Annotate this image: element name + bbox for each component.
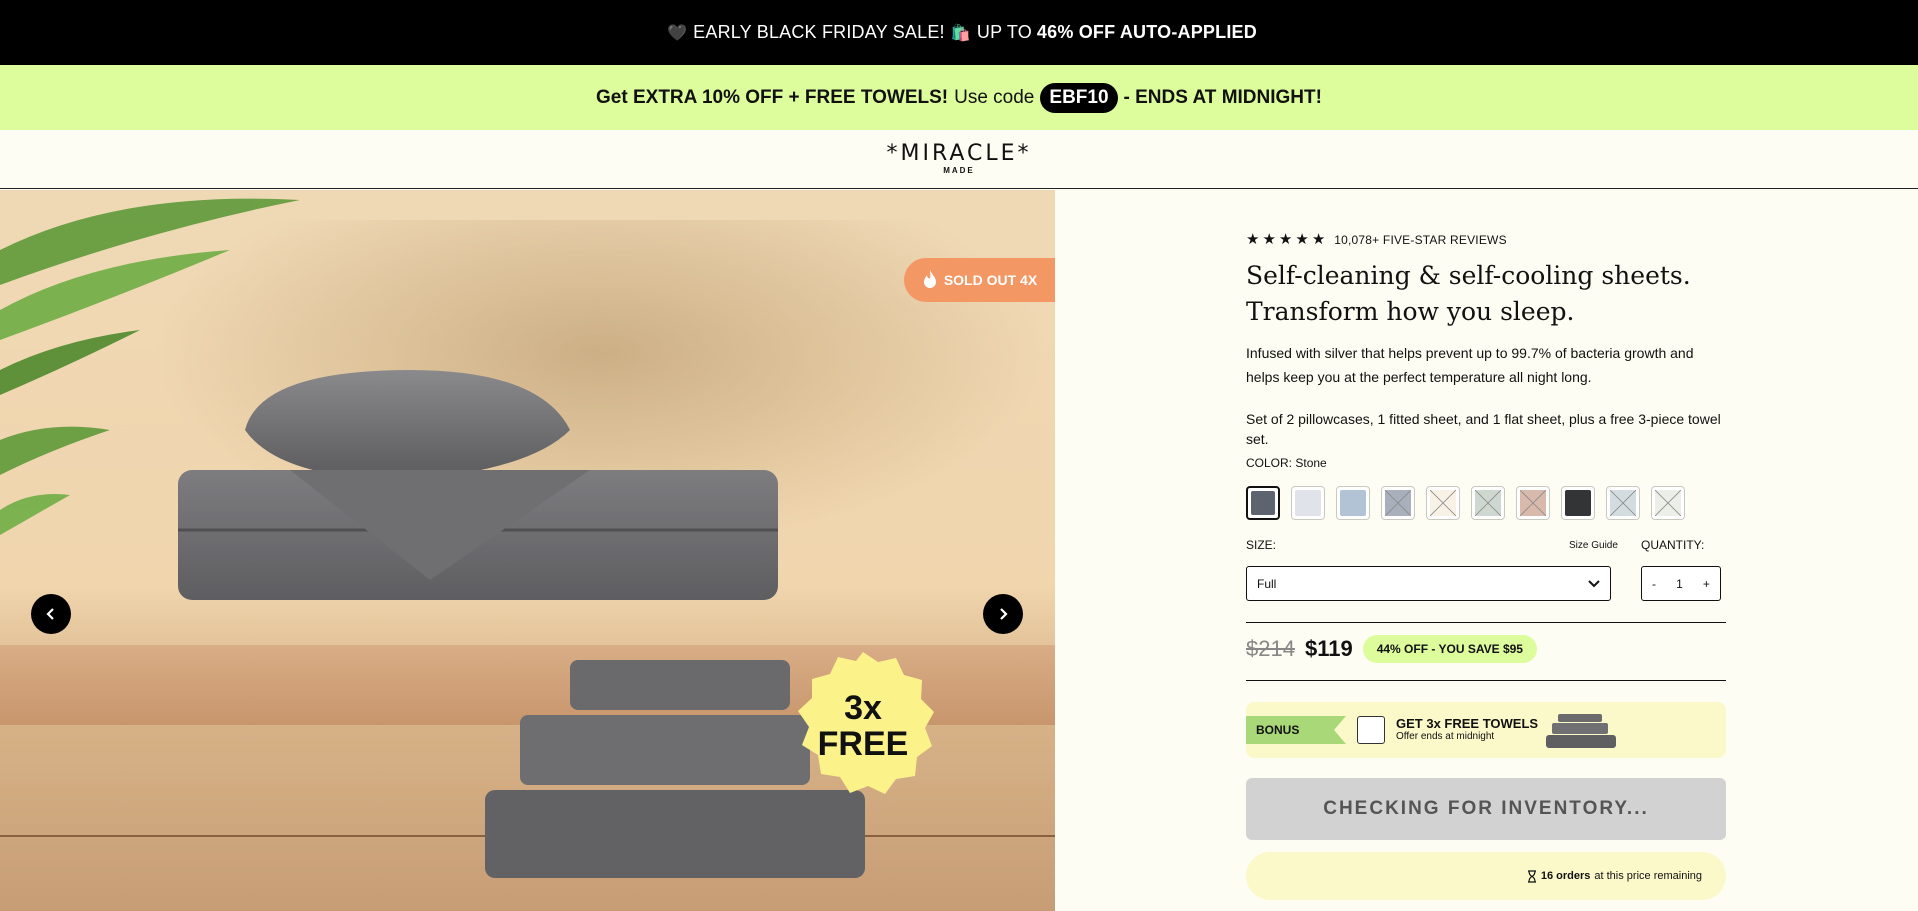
flame-icon: [923, 270, 936, 288]
quantity-increase-button[interactable]: +: [1703, 577, 1710, 591]
promo-bar: Get EXTRA 10% OFF + FREE TOWELS! Use cod…: [0, 65, 1918, 130]
bonus-text: GET 3x FREE TOWELS Offer ends at midnigh…: [1396, 716, 1538, 742]
savings-badge: 44% OFF - YOU SAVE $95: [1362, 635, 1537, 663]
remaining-count: 16 orders: [1540, 870, 1591, 882]
black-heart-icon: 🖤: [667, 24, 688, 42]
color-swatch[interactable]: [1471, 486, 1505, 520]
bonus-offer: BONUS GET 3x FREE TOWELS Offer ends at m…: [1246, 702, 1726, 758]
price-row: $214 $119 44% OFF - YOU SAVE $95: [1246, 635, 1537, 663]
review-count: 10,078+ FIVE-STAR REVIEWS: [1334, 232, 1507, 247]
unavailable-cross-icon: [1655, 490, 1681, 516]
chevron-down-icon: [1588, 579, 1600, 587]
announcement-bar: 🖤 EARLY BLACK FRIDAY SALE! 🛍️ UP TO 46% …: [0, 0, 1918, 65]
shopping-bags-icon: 🛍️: [950, 24, 971, 42]
unavailable-cross-icon: [1385, 490, 1411, 516]
swatch-fill: [1251, 491, 1275, 515]
gallery-prev-button[interactable]: [31, 594, 71, 634]
remaining-text: at this price remaining: [1594, 870, 1702, 882]
divider: [1246, 680, 1726, 681]
swatch-fill: [1565, 490, 1591, 516]
original-price: $214: [1246, 636, 1295, 661]
hourglass-icon: [1527, 869, 1536, 883]
announcement-lead: EARLY BLACK FRIDAY SALE!: [693, 22, 945, 42]
swatch-fill: [1295, 490, 1321, 516]
sale-price: $119: [1304, 636, 1353, 661]
unavailable-cross-icon: [1610, 490, 1636, 516]
quantity-stepper: - 1 +: [1641, 566, 1721, 601]
size-select[interactable]: Full: [1246, 566, 1611, 601]
product-gallery: SOLD OUT 4X 3x FREE: [0, 190, 1055, 911]
color-swatches: [1246, 486, 1685, 520]
unavailable-cross-icon: [1475, 490, 1501, 516]
size-select-value: Full: [1257, 576, 1277, 591]
size-guide-link[interactable]: Size Guide: [1569, 540, 1618, 551]
site-header: *MIRACLE* MADE: [0, 130, 1918, 189]
quantity-label: QUANTITY:: [1641, 538, 1705, 552]
promo-lead: Get EXTRA 10% OFF + FREE TOWELS!: [596, 86, 949, 108]
add-to-cart-button[interactable]: CHECKING FOR INVENTORY...: [1246, 778, 1726, 840]
promo-tail: - ENDS AT MIDNIGHT!: [1123, 86, 1322, 108]
sold-out-text: SOLD OUT 4X: [943, 272, 1038, 288]
star-icon: ★: [1246, 231, 1260, 248]
star-icon: ★: [1311, 231, 1326, 248]
color-swatch[interactable]: [1381, 486, 1415, 520]
product-contents: Set of 2 pillowcases, 1 fitted sheet, an…: [1246, 411, 1721, 447]
announcement-mid: UP TO: [976, 22, 1032, 42]
rating-row[interactable]: ★ ★ ★ ★ ★ 10,078+ FIVE-STAR REVIEWS: [1246, 232, 1507, 247]
promo-code-badge: EBF10: [1040, 82, 1118, 113]
logo-sub: MADE: [943, 166, 975, 175]
color-swatch[interactable]: [1516, 486, 1550, 520]
quantity-value[interactable]: 1: [1676, 577, 1683, 591]
color-label-value: Stone: [1295, 456, 1327, 470]
color-label-key: COLOR:: [1246, 456, 1293, 470]
color-swatch[interactable]: [1426, 486, 1460, 520]
color-swatch[interactable]: [1246, 486, 1280, 520]
star-icon: ★: [1262, 231, 1276, 248]
color-label: COLOR: Stone: [1246, 456, 1327, 470]
bonus-subtitle: Offer ends at midnight: [1396, 731, 1495, 742]
bonus-title: GET 3x FREE TOWELS: [1396, 716, 1539, 731]
free-towels-badge: 3x FREE: [790, 650, 936, 796]
unavailable-cross-icon: [1520, 490, 1546, 516]
product-title: Self-cleaning & self-cooling sheets. Tra…: [1246, 258, 1726, 330]
sheet-set-image: [178, 370, 865, 878]
towels-thumbnail: [1546, 714, 1616, 748]
chevron-left-icon: [46, 608, 54, 620]
star-icon: ★: [1278, 231, 1293, 248]
site-logo[interactable]: *MIRACLE* MADE: [886, 143, 1031, 175]
logo-main: *MIRACLE*: [886, 141, 1032, 166]
title-line2: Transform how you sleep.: [1246, 297, 1575, 326]
gallery-next-button[interactable]: [983, 594, 1023, 634]
title-line1: Self-cleaning & self-cooling sheets.: [1246, 261, 1691, 290]
size-label: SIZE:: [1246, 538, 1277, 552]
divider: [1246, 622, 1726, 623]
quantity-decrease-button[interactable]: -: [1652, 577, 1656, 591]
sold-out-badge: SOLD OUT 4X: [904, 258, 1055, 302]
promo-use-code: Use code: [954, 86, 1035, 108]
stock-remaining-bar: 16 orders at this price remaining: [1246, 852, 1726, 900]
star-icon: ★: [1295, 231, 1309, 248]
color-swatch[interactable]: [1336, 486, 1370, 520]
color-swatch[interactable]: [1561, 486, 1595, 520]
bonus-tag: BONUS: [1246, 716, 1346, 744]
unavailable-cross-icon: [1430, 490, 1456, 516]
chevron-right-icon: [1000, 608, 1008, 620]
badge-line2: FREE: [817, 725, 909, 763]
color-swatch[interactable]: [1291, 486, 1325, 520]
color-swatch[interactable]: [1606, 486, 1640, 520]
badge-line1: 3x: [844, 689, 882, 727]
product-description: Infused with silver that helps prevent u…: [1246, 345, 1694, 385]
bonus-checkbox[interactable]: [1357, 716, 1385, 744]
swatch-fill: [1340, 490, 1366, 516]
announcement-discount: 46% OFF AUTO-APPLIED: [1036, 22, 1257, 42]
color-swatch[interactable]: [1651, 486, 1685, 520]
